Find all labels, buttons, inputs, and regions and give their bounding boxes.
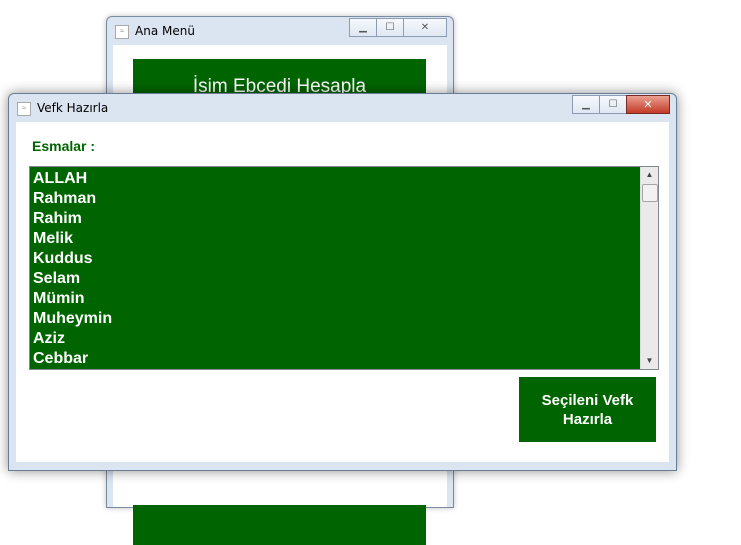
secileni-vefk-hazirla-button[interactable]: Seçileni Vefk Hazırla <box>519 377 656 442</box>
list-item[interactable]: Rahman <box>30 189 641 209</box>
close-icon[interactable]: ✕ <box>626 95 670 114</box>
listbox-scrollbar[interactable]: ▲ ▼ <box>640 167 658 369</box>
maximize-icon[interactable]: ☐ <box>599 95 627 114</box>
window-controls: ▁ ☐ ✕ <box>572 95 670 114</box>
list-item[interactable]: Aziz <box>30 329 641 349</box>
list-item[interactable]: Selam <box>30 269 641 289</box>
maximize-icon[interactable]: ☐ <box>376 18 404 37</box>
esmalar-list-items: ALLAH Rahman Rahim Melik Kuddus Selam Mü… <box>30 167 641 369</box>
list-item[interactable]: Muheymin <box>30 309 641 329</box>
scroll-down-icon[interactable]: ▼ <box>641 353 658 369</box>
ana-menu-titlebar[interactable]: ≈ Ana Menü ▁ ☐ ✕ <box>107 17 453 45</box>
menu-button-partial[interactable] <box>133 505 426 545</box>
vefk-titlebar[interactable]: ≈ Vefk Hazırla ▁ ☐ ✕ <box>9 94 676 122</box>
esmalar-listbox[interactable]: ALLAH Rahman Rahim Melik Kuddus Selam Mü… <box>29 166 659 370</box>
list-item[interactable]: Mümin <box>30 289 641 309</box>
scroll-up-icon[interactable]: ▲ <box>641 167 658 183</box>
esmalar-label: Esmalar : <box>32 138 96 154</box>
list-item[interactable]: ALLAH <box>30 169 641 189</box>
vefk-client: Esmalar : ALLAH Rahman Rahim Melik Kuddu… <box>16 122 669 462</box>
vefk-hazirla-window: ≈ Vefk Hazırla ▁ ☐ ✕ Esmalar : ALLAH Rah… <box>8 93 677 471</box>
list-item[interactable]: Rahim <box>30 209 641 229</box>
list-item[interactable]: Melik <box>30 229 641 249</box>
app-icon: ≈ <box>17 102 31 116</box>
minimize-icon[interactable]: ▁ <box>349 18 377 37</box>
ana-menu-title: Ana Menü <box>135 24 195 38</box>
vefk-title: Vefk Hazırla <box>37 101 109 115</box>
scroll-thumb[interactable] <box>642 184 658 202</box>
app-icon: ≈ <box>115 25 129 39</box>
list-item[interactable]: Cebbar <box>30 349 641 369</box>
list-item[interactable]: Kuddus <box>30 249 641 269</box>
window-controls: ▁ ☐ ✕ <box>349 18 447 37</box>
close-icon[interactable]: ✕ <box>403 18 447 37</box>
minimize-icon[interactable]: ▁ <box>572 95 600 114</box>
